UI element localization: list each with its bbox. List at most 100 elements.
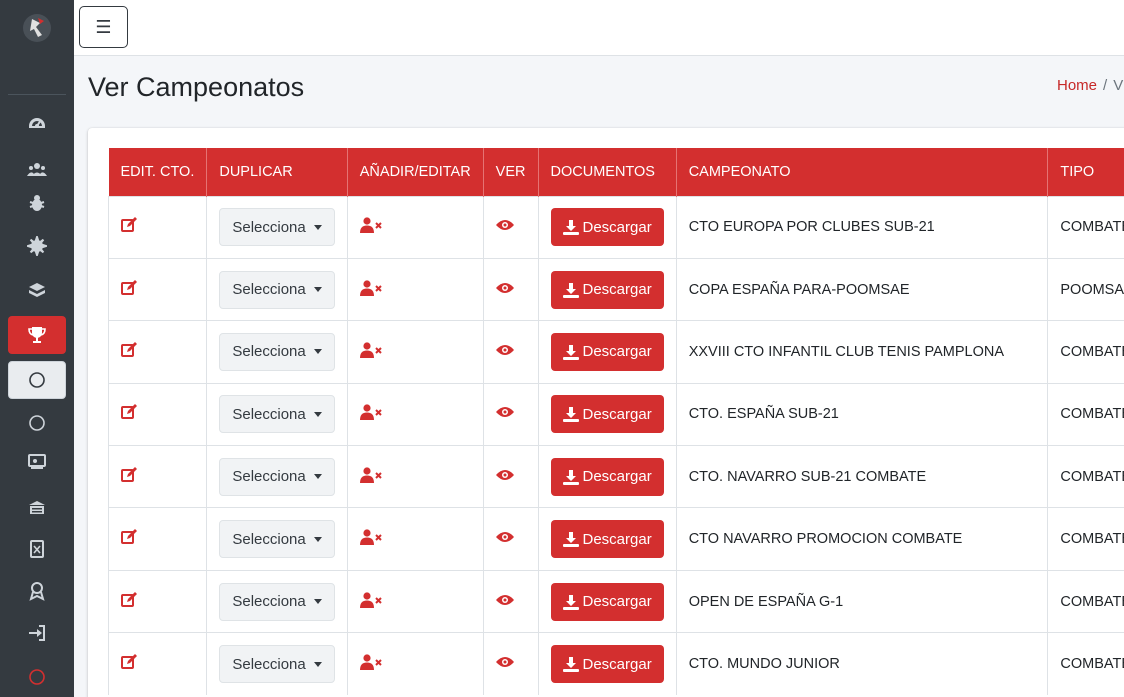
caret-down-icon (313, 411, 322, 417)
trophy-icon (28, 327, 46, 343)
settings-icon (27, 236, 47, 256)
duplicar-select-button[interactable]: Selecciona (219, 645, 335, 684)
descargar-label: Descargar (582, 468, 652, 486)
edit-icon[interactable] (121, 466, 137, 483)
eye-icon[interactable] (495, 405, 514, 419)
select-label: Selecciona (232, 281, 306, 299)
eye-icon[interactable] (495, 281, 514, 295)
eye-icon[interactable] (495, 655, 514, 669)
taekwondo-logo-icon (23, 14, 51, 42)
sidebar-item-circle-red[interactable] (8, 658, 66, 696)
menu-toggle-button[interactable]: ☰ (79, 6, 128, 48)
duplicar-cell: Selecciona (206, 195, 348, 259)
descargar-button[interactable]: Descargar (550, 520, 664, 559)
ver-cell (483, 632, 539, 696)
tipo-cell: POOMSAE (1047, 257, 1124, 321)
column-header-campeonato: CAMPEONATO (676, 148, 1049, 196)
sidebar-item-dashboard[interactable] (8, 103, 66, 141)
eye-icon[interactable] (495, 218, 514, 232)
tipo-cell: COMBATE (1047, 632, 1124, 696)
user-remove-icon[interactable] (359, 654, 382, 671)
ver-cell (483, 382, 539, 446)
documentos-cell: Descargar (538, 632, 677, 696)
user-remove-icon[interactable] (359, 217, 382, 234)
duplicar-select-button[interactable]: Selecciona (219, 270, 335, 309)
sidebar-item-layers[interactable] (8, 270, 66, 308)
edit-cell (107, 320, 208, 384)
eye-icon[interactable] (495, 593, 514, 607)
sidebar-item-signin[interactable] (8, 614, 66, 652)
duplicar-select-button[interactable]: Selecciona (219, 520, 335, 559)
documentos-cell: Descargar (538, 507, 677, 571)
eye-icon[interactable] (495, 530, 514, 544)
table-row: Selecciona Descargar OPEN DE ESPAÑA G-1 … (107, 569, 1124, 633)
descargar-button[interactable]: Descargar (550, 582, 664, 621)
tipo-cell: COMBATE (1047, 195, 1124, 259)
campeonato-cell: COPA ESPAÑA PARA-POOMSAE (676, 257, 1049, 321)
user-remove-icon[interactable] (359, 467, 382, 483)
logo[interactable] (12, 6, 62, 50)
caret-down-icon (313, 536, 322, 542)
select-label: Selecciona (232, 593, 306, 611)
sign-in-icon (29, 625, 45, 641)
descargar-button[interactable]: Descargar (550, 208, 664, 247)
sidebar-item-circle[interactable] (8, 404, 66, 442)
user-remove-icon[interactable] (359, 591, 382, 608)
campeonato-cell: CTO NAVARRO PROMOCION COMBATE (676, 507, 1049, 571)
duplicar-select-button[interactable]: Selecciona (219, 395, 335, 434)
ver-cell (483, 445, 539, 508)
descargar-button[interactable]: Descargar (550, 332, 664, 371)
documentos-cell: Descargar (538, 257, 677, 321)
edit-icon[interactable] (121, 654, 137, 670)
column-header-tipo: TIPO (1047, 148, 1124, 196)
edit-icon[interactable] (121, 591, 137, 608)
descargar-button[interactable]: Descargar (550, 457, 664, 496)
descargar-label: Descargar (582, 218, 652, 236)
caret-down-icon (313, 661, 322, 667)
user-remove-icon[interactable] (359, 279, 382, 296)
descargar-button[interactable]: Descargar (550, 395, 664, 434)
sidebar-item-bug[interactable] (8, 184, 66, 222)
sidebar-item-excel[interactable] (8, 530, 66, 568)
breadcrumb-current: V (1113, 77, 1124, 94)
user-remove-icon[interactable] (359, 342, 382, 358)
edit-cell (107, 382, 208, 446)
duplicar-select-button[interactable]: Selecciona (219, 208, 335, 247)
sidebar-item-award[interactable] (8, 572, 66, 610)
sidebar-item-building[interactable] (8, 489, 66, 527)
edit-icon[interactable] (121, 279, 137, 296)
duplicar-select-button[interactable]: Selecciona (219, 582, 335, 621)
select-label: Selecciona (232, 530, 306, 548)
duplicar-cell: Selecciona (206, 257, 348, 321)
campeonato-cell: CTO EUROPA POR CLUBES SUB-21 (676, 195, 1049, 259)
tipo-cell: COMBATE (1047, 507, 1124, 571)
sidebar-item-monitor[interactable] (8, 443, 66, 481)
eye-icon[interactable] (495, 343, 514, 357)
eye-icon[interactable] (495, 468, 514, 482)
column-header-edit: EDIT. CTO. (108, 148, 208, 196)
user-remove-icon[interactable] (359, 404, 382, 421)
edit-icon[interactable] (121, 529, 137, 545)
duplicar-select-button[interactable]: Selecciona (219, 457, 335, 496)
table-row: Selecciona Descargar CTO NAVARRO PROMOCI… (107, 507, 1124, 571)
edit-icon[interactable] (121, 341, 137, 358)
edit-icon[interactable] (121, 217, 137, 233)
dashboard-icon (29, 118, 45, 128)
select-label: Selecciona (232, 218, 306, 236)
sidebar-item-selected[interactable] (8, 361, 66, 399)
sidebar-item-campeonatos[interactable] (8, 316, 66, 354)
select-label: Selecciona (232, 655, 306, 673)
campeonato-cell: CTO. NAVARRO SUB-21 COMBATE (676, 445, 1049, 508)
duplicar-cell: Selecciona (206, 569, 348, 633)
anadir-editar-cell (347, 382, 484, 446)
descargar-button[interactable]: Descargar (550, 645, 664, 684)
breadcrumb-home-link[interactable]: Home (1057, 77, 1097, 94)
column-header-documentos: DOCUMENTOS (538, 148, 677, 196)
duplicar-select-button[interactable]: Selecciona (219, 332, 335, 371)
download-icon (562, 594, 579, 610)
descargar-button[interactable]: Descargar (550, 270, 664, 309)
edit-icon[interactable] (121, 404, 137, 420)
sidebar-item-settings[interactable] (8, 227, 66, 265)
user-remove-icon[interactable] (359, 529, 382, 546)
breadcrumb-separator: / (1103, 77, 1108, 94)
